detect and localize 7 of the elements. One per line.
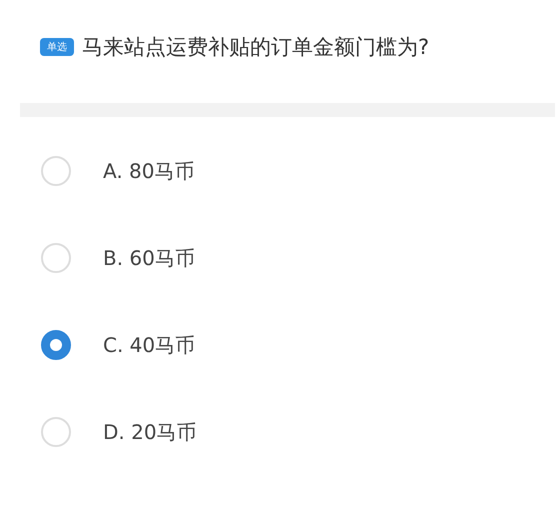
- option-label[interactable]: D. 20马币: [103, 418, 197, 446]
- option-label[interactable]: A. 80马币: [103, 158, 194, 184]
- option-label[interactable]: C. 40马币: [103, 332, 196, 358]
- question-type-badge: 单选: [40, 38, 74, 56]
- option-label[interactable]: B. 60马币: [103, 244, 195, 272]
- radio-button[interactable]: [41, 330, 71, 360]
- question-text: 马来站点运费补贴的订单金额门槛为?: [82, 34, 430, 61]
